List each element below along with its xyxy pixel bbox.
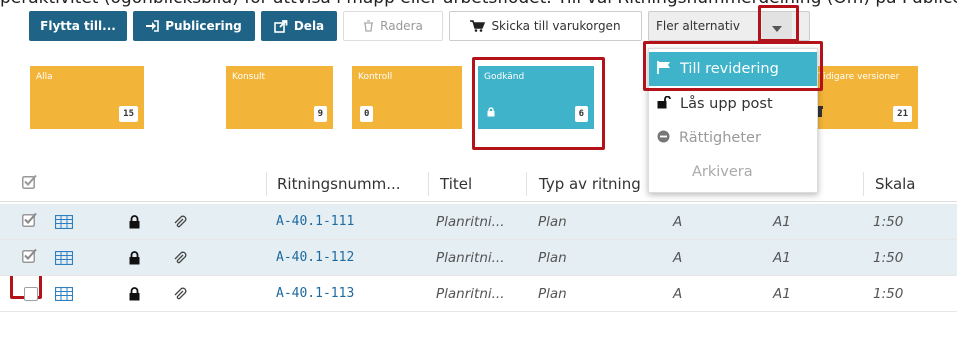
menu-item-label: Till revidering [680,61,779,77]
row-format: A1 [773,249,791,266]
minus-circle-icon [657,130,670,147]
filter-tile-all[interactable]: Alla 15 [30,66,144,129]
send-to-cart-button[interactable]: Skicka till varukorgen [449,11,642,41]
lock-icon [129,204,140,239]
cut-off-instruction-text: peraktivitet (ögonblicksbild) för attvis… [0,0,957,8]
column-header-drawing-number[interactable]: Ritningsnumm... [277,166,401,201]
row-title: Planritni... [436,213,505,230]
paperclip-icon[interactable] [173,204,187,239]
move-to-button[interactable]: Flytta till... [29,11,127,41]
caret-down-icon [772,17,782,36]
tile-label: Godkänd [484,72,525,82]
empty-checkbox [24,286,38,301]
table-grid-icon[interactable] [55,204,73,239]
share-icon [274,19,288,33]
delete-label: Radera [380,19,423,33]
tile-count: 15 [119,106,138,122]
row-checkbox[interactable] [24,276,38,311]
lock-icon [129,240,140,275]
tile-count: 0 [360,106,374,122]
filter-tile-approved[interactable]: Godkänd 6 [478,66,594,129]
drawing-number-link[interactable]: A-40.1-113 [276,276,354,311]
tile-count: 6 [574,106,588,122]
move-to-label: Flytta till... [40,19,116,33]
row-type: Plan [538,249,567,266]
column-divider [863,172,864,196]
check-icon [22,174,38,193]
row-scale: 1:50 [873,249,904,266]
column-header-scale[interactable]: Skala [875,166,916,201]
check-icon [22,248,38,267]
table-grid-icon[interactable] [55,276,73,311]
more-options-label: Fler alternativ [656,19,740,33]
table-grid-icon[interactable] [55,240,73,275]
filter-tile-consultant[interactable]: Konsult 9 [226,66,333,129]
menu-item-label: Arkivera [692,164,753,180]
filter-tile-control[interactable]: Kontroll 0 [352,66,462,129]
delete-button[interactable]: Radera [343,11,443,41]
tile-label: Alla [36,72,53,82]
select-all-checkbox[interactable] [22,166,38,201]
publish-button[interactable]: Publicering [133,11,255,41]
row-type: Plan [538,213,567,230]
column-header-type[interactable]: Typ av ritning [539,166,641,201]
menu-item-archive[interactable]: Arkivera [649,155,817,189]
paperclip-icon[interactable] [173,276,187,311]
drawing-number-link[interactable]: A-40.1-112 [276,240,354,275]
row-revision: A [673,213,683,230]
paperclip-icon[interactable] [173,240,187,275]
row-revision: A [673,249,683,266]
lock-icon [129,276,140,311]
table-row[interactable]: A-40.1-112 Planritni... Plan A A1 1:50 [0,240,957,276]
menu-item-permissions[interactable]: Rättigheter [649,121,817,155]
more-options-menu: Till revidering Lås upp post Rättigheter… [648,48,818,193]
drawing-number-link[interactable]: A-40.1-111 [276,204,354,239]
row-checkbox[interactable] [22,240,38,275]
tile-count: 21 [893,106,912,122]
row-checkbox[interactable] [22,204,38,239]
publish-label: Publicering [165,19,242,33]
column-divider [266,172,267,196]
share-label: Dela [293,19,325,33]
tile-count: 9 [313,106,327,122]
row-format: A1 [773,285,791,302]
row-scale: 1:50 [873,285,904,302]
menu-item-label: Rättigheter [679,130,761,146]
lock-icon [487,107,495,120]
tile-label: Tidigare versioner [818,72,900,82]
row-type: Plan [538,285,567,302]
column-header-title[interactable]: Titel [440,166,472,201]
more-options-dropdown-toggle[interactable] [762,12,792,40]
table-row[interactable]: A-40.1-113 Planritni... Plan A A1 1:50 [0,276,957,312]
sign-in-arrow-icon [146,20,160,32]
menu-item-label: Lås upp post [680,96,773,112]
row-scale: 1:50 [873,213,904,230]
flag-icon [657,60,671,78]
menu-item-unlock-post[interactable]: Lås upp post [649,87,817,121]
cart-icon [470,20,486,32]
row-title: Planritni... [436,249,505,266]
column-divider [526,172,527,196]
trash-icon [363,20,374,32]
menu-item-send-to-revision[interactable]: Till revidering [649,52,817,86]
row-format: A1 [773,213,791,230]
send-to-cart-label: Skicka till varukorgen [491,19,621,33]
share-button[interactable]: Dela [261,11,337,41]
row-revision: A [673,285,683,302]
unlock-icon [657,95,671,113]
table-row[interactable]: A-40.1-111 Planritni... Plan A A1 1:50 [0,204,957,240]
row-title: Planritni... [436,285,505,302]
column-divider [428,172,429,196]
tile-label: Konsult [232,72,266,82]
check-icon [22,212,38,231]
tile-label: Kontroll [358,72,393,82]
